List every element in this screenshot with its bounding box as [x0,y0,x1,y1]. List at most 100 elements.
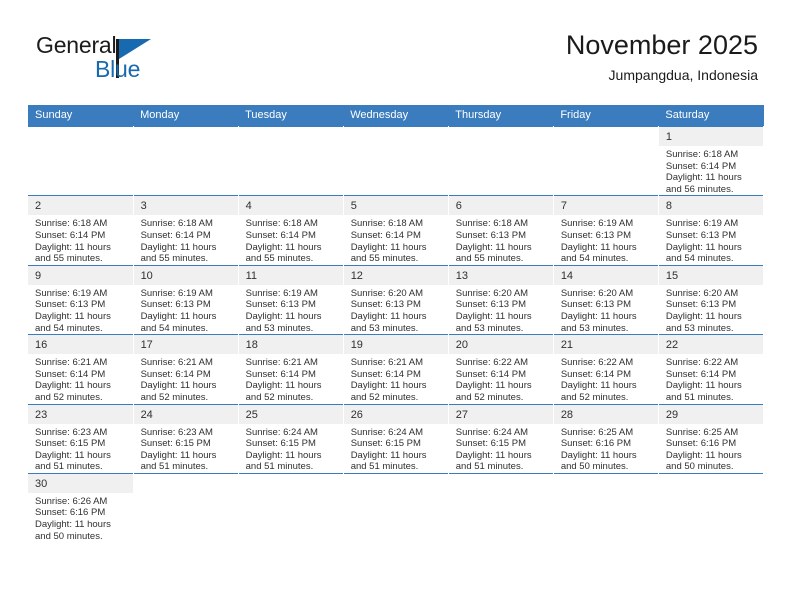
calendar-day-cell[interactable]: 25 Sunrise: 6:24 AM Sunset: 6:15 PM Dayligh… [238,403,344,474]
sunset-text: Sunset: 6:15 PM [455,438,526,450]
daylight-text: Daylight: 11 hours and 52 minutes. [35,380,111,403]
brand-logo[interactable]: General Blue [36,32,206,90]
day-details: Sunrise: 6:19 AM Sunset: 6:13 PM Daylight:… [554,215,658,264]
calendar-week-row: 1 Sunrise: 6:18 AM Sunset: 6:14 PM Daylight… [28,125,765,196]
calendar-day-cell[interactable]: 20 Sunrise: 6:22 AM Sunset: 6:14 PM Dayligh… [448,334,554,404]
day-number: 24 [133,404,238,424]
calendar-day-cell[interactable]: 7 Sunrise: 6:19 AM Sunset: 6:13 PM Daylight… [553,195,659,266]
sunset-text: Sunset: 6:13 PM [35,299,106,311]
calendar-day-cell[interactable]: 6 Sunrise: 6:18 AM Sunset: 6:13 PM Daylight… [448,195,554,266]
day-details: Sunrise: 6:23 AM Sunset: 6:15 PM Daylight:… [28,424,133,473]
sunrise-text: Sunrise: 6:22 AM [560,357,634,369]
calendar-day-cell[interactable]: 21 Sunrise: 6:22 AM Sunset: 6:14 PM Dayligh… [553,334,659,404]
sunset-text: Sunset: 6:13 PM [245,299,316,311]
sunset-text: Sunset: 6:15 PM [245,438,316,450]
calendar-day-cell[interactable]: 9 Sunrise: 6:19 AM Sunset: 6:13 PM Daylight… [28,264,134,335]
daylight-text: Daylight: 11 hours and 51 minutes. [455,449,532,473]
calendar-day-cell[interactable]: 19 Sunrise: 6:21 AM Sunset: 6:14 PM Dayligh… [343,334,449,404]
day-number: 21 [553,335,658,355]
day-number: 6 [448,196,553,216]
daylight-text: Daylight: 11 hours and 51 minutes. [140,449,217,473]
calendar-day-cell[interactable]: 3 Sunrise: 6:18 AM Sunset: 6:14 PM Daylight… [133,195,239,266]
daylight-text: Daylight: 11 hours and 54 minutes. [560,241,637,265]
day-number [133,473,238,493]
calendar-week-row: 9 Sunrise: 6:19 AM Sunset: 6:13 PM Daylight… [28,264,765,335]
day-number [553,127,658,146]
calendar-day-cell[interactable]: 5 Sunrise: 6:18 AM Sunset: 6:14 PM Daylight… [343,195,449,266]
calendar-day-cell[interactable]: 13 Sunrise: 6:20 AM Sunset: 6:13 PM Dayligh… [448,264,554,335]
day-details: Sunrise: 6:21 AM Sunset: 6:14 PM Daylight:… [344,354,448,403]
calendar-day-cell[interactable]: 15 Sunrise: 6:20 AM Sunset: 6:13 PM Dayligh… [658,264,765,335]
sunrise-text: Sunrise: 6:20 AM [350,287,424,299]
sunset-text: Sunset: 6:14 PM [245,368,316,380]
calendar-day-cell[interactable]: 14 Sunrise: 6:20 AM Sunset: 6:13 PM Dayligh… [553,264,659,335]
day-number: 26 [343,404,448,424]
calendar-day-cell[interactable]: 4 Sunrise: 6:18 AM Sunset: 6:14 PM Daylight… [238,195,344,266]
calendar-empty-cell [448,125,554,196]
day-number: 2 [28,196,133,216]
daylight-text: Daylight: 11 hours and 53 minutes. [455,310,532,334]
calendar-day-cell[interactable]: 26 Sunrise: 6:24 AM Sunset: 6:15 PM Dayligh… [343,403,449,474]
calendar-day-cell[interactable]: 17 Sunrise: 6:21 AM Sunset: 6:14 PM Dayligh… [133,334,239,404]
sunset-text: Sunset: 6:15 PM [35,438,106,450]
sunset-text: Sunset: 6:14 PM [35,229,106,241]
calendar-body: 1 Sunrise: 6:18 AM Sunset: 6:14 PM Daylight… [28,125,765,543]
calendar-day-cell[interactable]: 23 Sunrise: 6:23 AM Sunset: 6:15 PM Dayligh… [28,403,134,474]
day-details: Sunrise: 6:21 AM Sunset: 6:14 PM Daylight:… [239,354,343,403]
daylight-text: Daylight: 11 hours and 55 minutes. [455,241,532,265]
calendar-empty-cell [553,472,659,543]
sunset-text: Sunset: 6:14 PM [350,229,421,241]
calendar-day-cell[interactable]: 12 Sunrise: 6:20 AM Sunset: 6:13 PM Dayligh… [343,264,449,335]
day-details: Sunrise: 6:18 AM Sunset: 6:14 PM Daylight:… [344,215,448,264]
day-number: 11 [238,265,343,285]
daylight-text: Daylight: 11 hours and 53 minutes. [350,310,427,334]
daylight-text: Daylight: 11 hours and 54 minutes. [665,241,742,265]
sunrise-text: Sunrise: 6:24 AM [350,426,424,438]
calendar-day-cell[interactable]: 10 Sunrise: 6:19 AM Sunset: 6:13 PM Dayligh… [133,264,239,335]
calendar-day-cell[interactable]: 8 Sunrise: 6:19 AM Sunset: 6:13 PM Daylight… [658,195,765,266]
calendar-day-cell[interactable]: 30 Sunrise: 6:26 AM Sunset: 6:16 PM Dayligh… [28,472,134,543]
calendar-day-cell[interactable]: 11 Sunrise: 6:19 AM Sunset: 6:13 PM Dayligh… [238,264,344,335]
sunset-text: Sunset: 6:14 PM [350,368,421,380]
day-details: Sunrise: 6:20 AM Sunset: 6:13 PM Daylight:… [344,285,448,334]
day-number: 30 [28,473,133,493]
calendar-day-cell[interactable]: 16 Sunrise: 6:21 AM Sunset: 6:14 PM Dayligh… [28,334,134,404]
daylight-text: Daylight: 11 hours and 51 minutes. [350,449,427,473]
calendar-day-cell[interactable]: 2 Sunrise: 6:18 AM Sunset: 6:14 PM Daylight… [28,195,134,266]
sunrise-text: Sunrise: 6:19 AM [35,287,108,299]
sunset-text: Sunset: 6:14 PM [665,160,737,172]
calendar-day-cell[interactable]: 28 Sunrise: 6:25 AM Sunset: 6:16 PM Dayligh… [553,403,659,474]
calendar-day-cell[interactable]: 22 Sunrise: 6:22 AM Sunset: 6:14 PM Dayligh… [658,334,765,404]
day-details: Sunrise: 6:19 AM Sunset: 6:13 PM Daylight:… [239,285,343,334]
day-number: 25 [238,404,343,424]
brand-name-blue: Blue [95,56,141,82]
sunset-text: Sunset: 6:14 PM [560,368,632,380]
sunrise-text: Sunrise: 6:24 AM [455,426,529,438]
sunset-text: Sunset: 6:15 PM [350,438,421,450]
calendar-day-cell[interactable]: 27 Sunrise: 6:24 AM Sunset: 6:15 PM Dayligh… [448,403,554,474]
sunset-text: Sunset: 6:13 PM [560,299,632,311]
day-details: Sunrise: 6:18 AM Sunset: 6:14 PM Daylight:… [659,146,763,195]
weekday-header-monday: Monday [133,105,239,127]
day-details: Sunrise: 6:24 AM Sunset: 6:15 PM Daylight:… [449,424,553,473]
calendar-day-cell[interactable]: 24 Sunrise: 6:23 AM Sunset: 6:15 PM Dayligh… [133,403,239,474]
calendar-day-cell[interactable]: 29 Sunrise: 6:25 AM Sunset: 6:16 PM Dayligh… [658,403,765,474]
calendar-day-cell[interactable]: 18 Sunrise: 6:21 AM Sunset: 6:14 PM Dayligh… [238,334,344,404]
sunrise-text: Sunrise: 6:25 AM [665,426,739,438]
day-number: 12 [343,265,448,285]
weekday-header-tuesday: Tuesday [238,105,344,127]
day-number: 20 [448,335,553,355]
calendar-empty-cell [448,472,554,543]
sunset-text: Sunset: 6:14 PM [455,368,526,380]
calendar-day-cell[interactable]: 1 Sunrise: 6:18 AM Sunset: 6:14 PM Daylight… [658,125,765,196]
day-number: 4 [238,196,343,216]
daylight-text: Daylight: 11 hours and 55 minutes. [245,241,322,265]
sunrise-text: Sunrise: 6:21 AM [245,357,318,369]
day-number: 16 [28,335,133,355]
calendar-header-row: Sunday Monday Tuesday Wednesday Thursday… [28,105,764,127]
sunset-text: Sunset: 6:14 PM [35,368,106,380]
sunrise-text: Sunrise: 6:23 AM [35,426,108,438]
sunrise-text: Sunrise: 6:18 AM [35,218,108,230]
sunset-text: Sunset: 6:13 PM [140,299,211,311]
day-details: Sunrise: 6:22 AM Sunset: 6:14 PM Daylight:… [554,354,658,403]
